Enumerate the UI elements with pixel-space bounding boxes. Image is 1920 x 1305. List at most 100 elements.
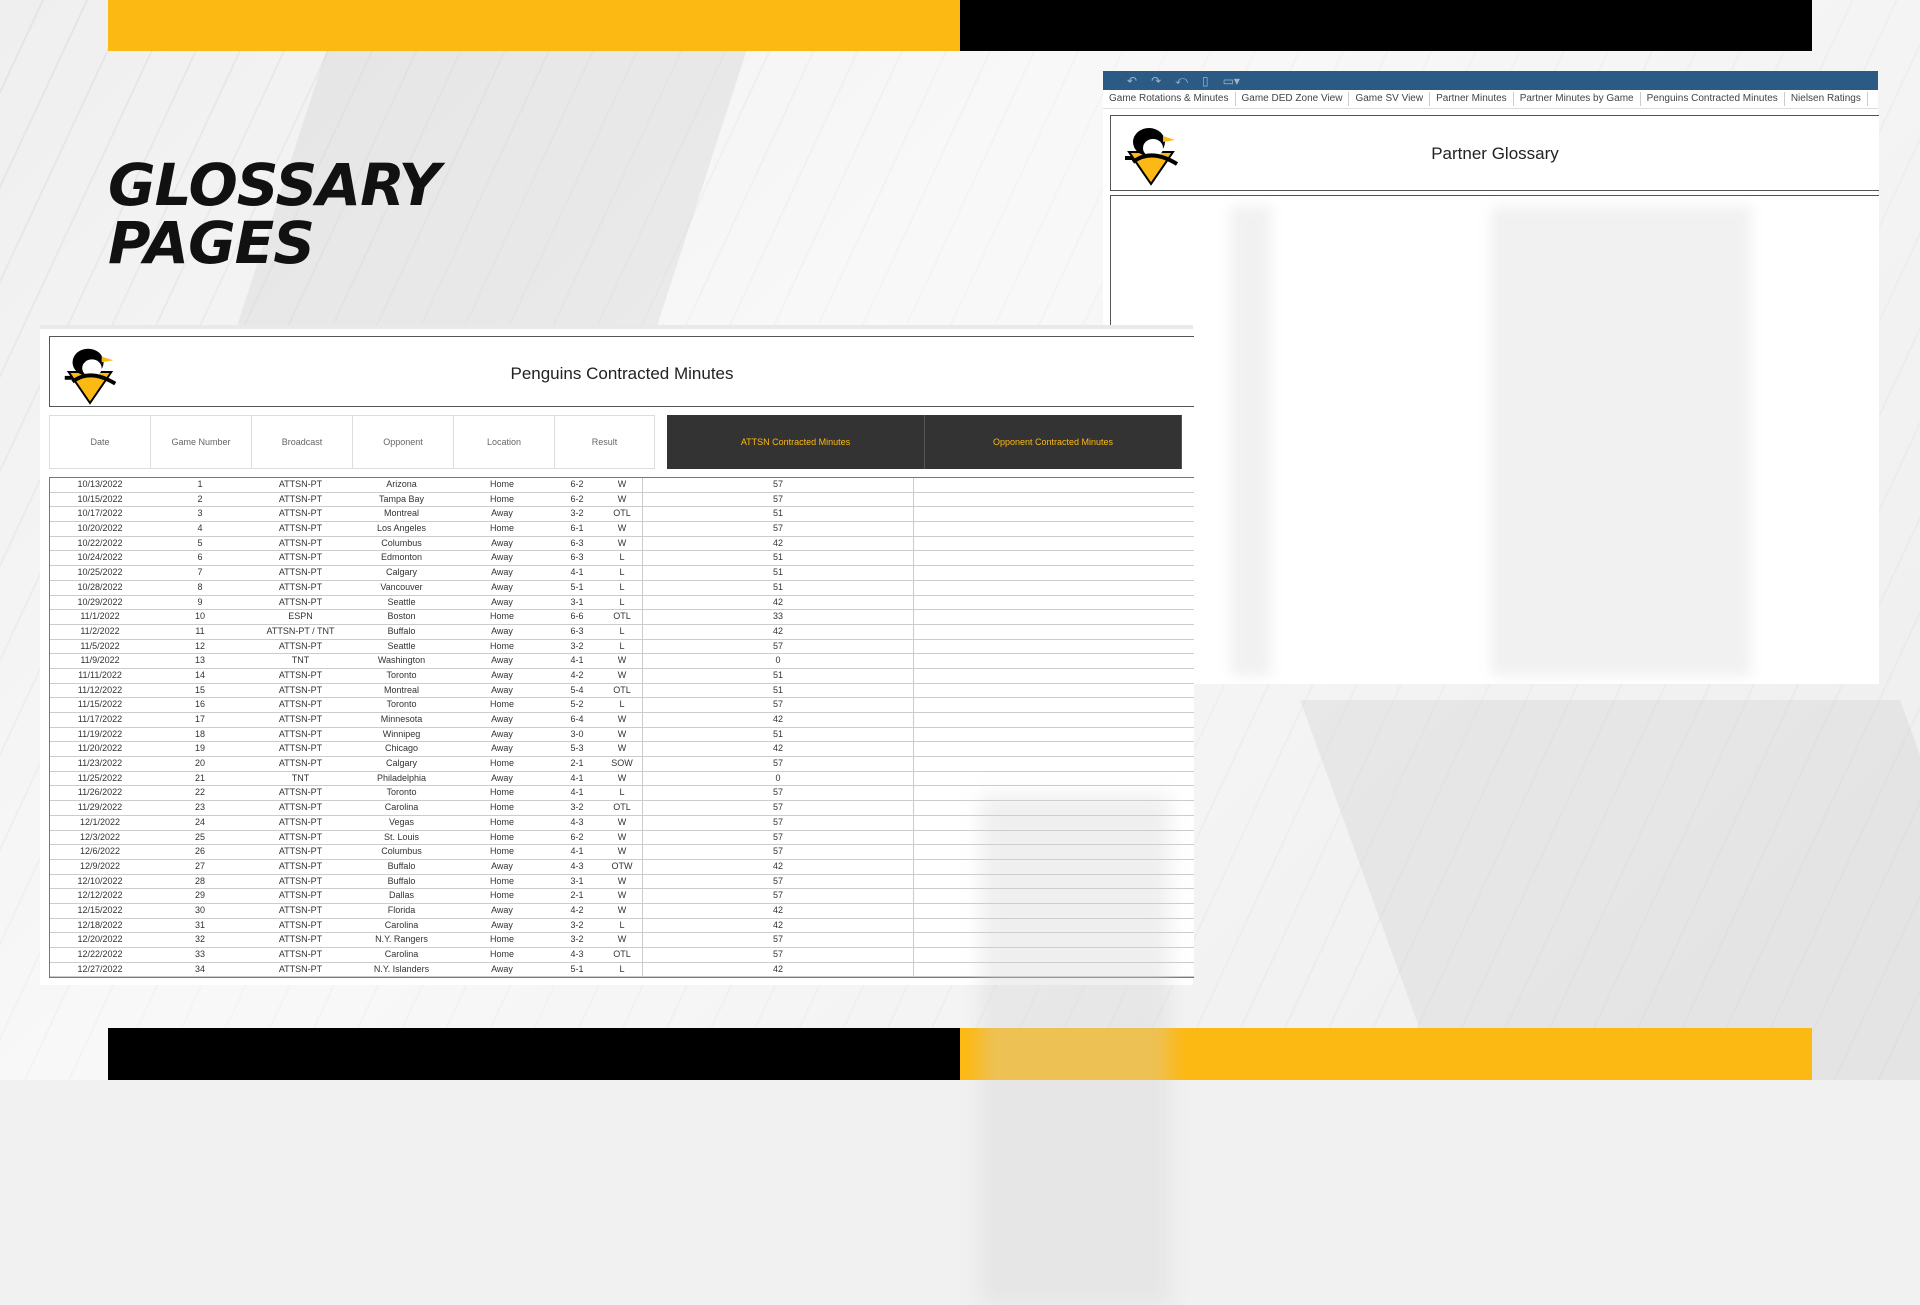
cell-attsn-minutes: 57 (642, 845, 914, 859)
cell-game-number: 31 (194, 919, 205, 930)
table-row: 11/19/2022 18 ATTSN-PT Winnipeg Away 3-0 W 51 (50, 727, 1194, 743)
cell-score: 4-1 (570, 655, 584, 666)
cell-broadcast: ATTSN-PT (278, 640, 323, 651)
header-opponent-contracted-minutes[interactable]: Opponent Contracted Minutes (925, 415, 1182, 469)
cell-opponent: N.Y. Rangers (375, 934, 428, 945)
cell-opponent: Columbus (381, 846, 422, 857)
table-row: 10/20/2022 4 ATTSN-PT Los Angeles Home 6-1 W 57 (50, 522, 1194, 537)
tab-partner-minutes-by-game[interactable]: Partner Minutes by Game (1514, 92, 1641, 106)
cell-game-number: 30 (194, 904, 205, 915)
cell-location: Away (491, 919, 513, 930)
cell-result: W (617, 846, 627, 857)
cell-opponent-minutes (914, 742, 1174, 756)
cell-location: Away (491, 625, 513, 636)
cell-game-number: 20 (194, 758, 205, 769)
header-attsn-contracted-minutes[interactable]: ATTSN Contracted Minutes (667, 415, 925, 469)
cell-location: Home (489, 640, 514, 651)
tab-game-ded-zone[interactable]: Game DED Zone View (1236, 92, 1350, 106)
revert-icon[interactable]: ⤺ (1175, 73, 1188, 88)
cell-attsn-minutes: 51 (642, 580, 914, 595)
header-date[interactable]: Date (49, 415, 150, 469)
cell-score: 3-2 (570, 934, 584, 945)
cell-broadcast: ATTSN-PT (278, 567, 323, 578)
table-row: 11/9/2022 13 TNT Washington Away 4-1 W 0 (50, 654, 1194, 669)
cell-date: 11/9/2022 (80, 655, 120, 666)
cell-attsn-minutes: 51 (642, 566, 914, 580)
tab-game-sv-view[interactable]: Game SV View (1349, 92, 1431, 106)
top-accent-yellow (108, 0, 960, 51)
cell-score: 2-1 (570, 890, 584, 901)
cell-opponent: Toronto (386, 669, 417, 680)
cell-location: Away (491, 714, 513, 724)
cell-game-number: 9 (197, 596, 203, 607)
cell-result: W (617, 655, 627, 666)
cell-score: 3-2 (570, 640, 584, 651)
cell-result: OTL (613, 684, 631, 695)
header-opponent[interactable]: Opponent (352, 415, 453, 469)
present-icon[interactable]: ▭▾ (1223, 74, 1240, 88)
cell-date: 11/23/2022 (77, 758, 123, 769)
cell-location: Away (491, 655, 513, 666)
cell-opponent-minutes (914, 566, 1174, 580)
cell-opponent: Seattle (387, 640, 416, 651)
cell-result: W (617, 831, 627, 842)
cell-result: L (619, 963, 625, 974)
cell-broadcast: ATTSN-PT (278, 904, 323, 915)
cell-location: Away (491, 508, 513, 519)
window-top-border (40, 325, 1193, 329)
cell-game-number: 24 (194, 816, 205, 827)
cell-date: 11/12/2022 (77, 684, 123, 695)
tableau-toolbar: ↶ ↷ ⤺ ▯ ▭▾ (1103, 71, 1878, 90)
bottom-accent-black (108, 1028, 960, 1080)
cell-game-number: 6 (197, 552, 203, 563)
header-broadcast[interactable]: Broadcast (251, 415, 352, 469)
cell-score: 4-3 (570, 949, 584, 959)
header-location[interactable]: Location (453, 415, 554, 469)
cell-game-number: 26 (194, 846, 205, 857)
cell-attsn-minutes: 57 (642, 786, 914, 801)
save-icon[interactable]: ▯ (1202, 74, 1209, 88)
undo-icon[interactable]: ↶ (1127, 74, 1137, 88)
cell-attsn-minutes: 51 (642, 683, 914, 698)
cell-score: 6-2 (570, 479, 584, 489)
cell-game-number: 4 (197, 523, 203, 534)
cell-result: W (617, 714, 627, 724)
cell-opponent: Philadelphia (376, 772, 427, 783)
cell-result: L (619, 552, 625, 563)
cell-attsn-minutes: 57 (642, 830, 914, 845)
glossary-content-blurred (1110, 195, 1879, 684)
tab-nielsen-ratings[interactable]: Nielsen Ratings (1785, 92, 1868, 106)
cell-opponent: Los Angeles (376, 523, 427, 534)
cell-location: Away (491, 537, 513, 548)
cell-attsn-minutes: 42 (642, 742, 914, 757)
cell-game-number: 18 (194, 728, 205, 739)
cell-location: Away (491, 743, 513, 754)
cell-broadcast: ATTSN-PT (278, 846, 323, 857)
cell-date: 12/12/2022 (77, 890, 123, 901)
tab-penguins-contracted-minutes[interactable]: Penguins Contracted Minutes (1641, 92, 1785, 106)
cell-location: Away (491, 684, 513, 695)
cell-date: 11/20/2022 (77, 743, 123, 754)
cell-game-number: 21 (194, 772, 205, 783)
tab-partner-minutes[interactable]: Partner Minutes (1430, 92, 1514, 106)
cell-game-number: 11 (195, 625, 205, 636)
header-result[interactable]: Result (554, 415, 655, 469)
cell-location: Away (491, 669, 513, 680)
cell-score: 4-1 (570, 772, 584, 783)
table-row: 10/22/2022 5 ATTSN-PT Columbus Away 6-3 W 42 (50, 536, 1194, 552)
cell-date: 11/15/2022 (77, 699, 123, 710)
cell-date: 12/15/2022 (77, 904, 123, 915)
redo-icon[interactable]: ↷ (1151, 74, 1161, 88)
cell-location: Away (491, 904, 513, 915)
cell-attsn-minutes: 57 (642, 874, 914, 889)
header-game-number[interactable]: Game Number (150, 415, 251, 469)
dashboard-tabs: Game Rotations & Minutes Game DED Zone V… (1103, 90, 1878, 109)
cell-date: 10/20/2022 (77, 523, 123, 534)
tab-game-rotations[interactable]: Game Rotations & Minutes (1103, 92, 1236, 106)
cell-result: L (619, 581, 625, 592)
cell-date: 11/29/2022 (77, 802, 123, 813)
cell-attsn-minutes: 42 (642, 962, 914, 977)
cell-result: W (617, 479, 627, 489)
cell-date: 11/1/2022 (80, 611, 120, 622)
cell-result: W (617, 904, 627, 915)
